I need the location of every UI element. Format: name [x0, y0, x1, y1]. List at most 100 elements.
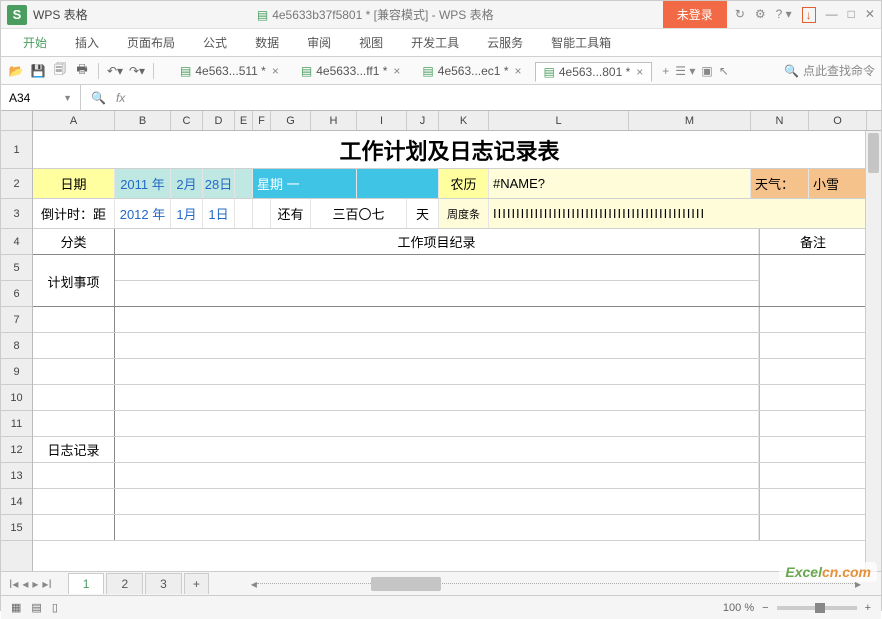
cell[interactable] [33, 281, 115, 306]
sheet-tab-2[interactable]: 2 [106, 573, 143, 594]
undo-icon[interactable]: ↶▾ [106, 62, 124, 80]
cell[interactable] [759, 437, 867, 462]
row-header[interactable]: 6 [1, 281, 32, 307]
cell[interactable] [115, 385, 759, 410]
print-icon[interactable]: 🖶 [73, 62, 91, 80]
cell[interactable] [115, 437, 759, 462]
select-all-cell[interactable] [1, 111, 32, 131]
row-header[interactable]: 13 [1, 463, 32, 489]
cell[interactable]: 日期 [33, 169, 115, 198]
fx-label[interactable]: fx [116, 91, 125, 105]
nav-prev-icon[interactable]: ◂ [22, 577, 28, 591]
cell[interactable] [33, 385, 115, 410]
cell[interactable] [759, 333, 867, 358]
close-icon[interactable]: × [636, 65, 643, 79]
nav-next-icon[interactable]: ▸ [32, 577, 38, 591]
name-box[interactable]: A34 ▼ [1, 85, 81, 110]
cell[interactable]: 2011 年 [115, 169, 171, 198]
add-sheet-button[interactable]: + [184, 573, 209, 594]
slider-thumb[interactable] [815, 603, 825, 613]
row-header[interactable]: 3 [1, 199, 32, 229]
cell[interactable] [357, 169, 439, 198]
cell[interactable] [33, 515, 115, 540]
row-header[interactable]: 4 [1, 229, 32, 255]
zoom-out-icon[interactable]: − [762, 602, 768, 614]
cell[interactable] [759, 489, 867, 514]
row-header[interactable]: 5 [1, 255, 32, 281]
cell[interactable]: IIIIIIIIIIIIIIIIIIIIIIIIIIIIIIIIIIIIIIII… [489, 199, 867, 228]
cell[interactable]: 日志记录 [33, 437, 115, 462]
cell[interactable]: #NAME? [489, 169, 751, 198]
tab-pointer-icon[interactable]: ↖ [719, 64, 729, 78]
cell[interactable]: 2月 [171, 169, 203, 198]
row-header[interactable]: 14 [1, 489, 32, 515]
cell[interactable]: 1日 [203, 199, 235, 228]
scrollbar-thumb[interactable] [868, 133, 879, 173]
menu-devtools[interactable]: 开发工具 [399, 29, 471, 56]
cell[interactable] [115, 359, 759, 384]
cell[interactable]: 星期 一 [253, 169, 357, 198]
cell[interactable] [115, 411, 759, 436]
zoom-in-icon[interactable]: + [865, 602, 871, 614]
minimize-icon[interactable]: — [826, 7, 838, 23]
zoom-slider[interactable] [777, 606, 857, 610]
menu-smart[interactable]: 智能工具箱 [539, 29, 623, 56]
menu-review[interactable]: 审阅 [295, 29, 343, 56]
row-header[interactable]: 1 [1, 131, 32, 169]
cell[interactable] [759, 307, 867, 332]
cell[interactable]: 还有 [271, 199, 311, 228]
cell[interactable]: 工作项目纪录 [115, 229, 759, 254]
nav-last-icon[interactable]: ▸I [42, 577, 51, 591]
cell[interactable] [253, 199, 271, 228]
cell[interactable] [115, 255, 759, 281]
cell[interactable]: 2012 年 [115, 199, 171, 228]
cell[interactable] [759, 515, 867, 540]
file-tab-4[interactable]: ▤4e563...801 *× [535, 62, 653, 82]
col-header[interactable]: C [171, 111, 203, 130]
help-icon[interactable]: ? ▾ [776, 7, 792, 23]
cell[interactable]: 分类 [33, 229, 115, 254]
cell[interactable] [759, 463, 867, 488]
tab-collapse-icon[interactable]: ▣ [701, 64, 712, 78]
cell[interactable] [759, 385, 867, 410]
download-icon[interactable]: ↓ [802, 7, 816, 23]
cell[interactable] [235, 169, 253, 198]
col-header[interactable]: I [357, 111, 407, 130]
menu-data[interactable]: 数据 [243, 29, 291, 56]
cell[interactable]: 倒计时：距 [33, 199, 115, 228]
search-command[interactable]: 🔍 点此查找命令 [784, 62, 875, 79]
cell[interactable] [115, 489, 759, 514]
col-header[interactable]: D [203, 111, 235, 130]
cell[interactable] [33, 463, 115, 488]
maximize-icon[interactable]: □ [848, 7, 855, 23]
col-header[interactable]: J [407, 111, 439, 130]
cell[interactable] [33, 359, 115, 384]
open-icon[interactable]: 📂 [7, 62, 25, 80]
cell[interactable] [33, 333, 115, 358]
title-cell[interactable]: 工作计划及日志记录表 [33, 131, 867, 168]
view-normal-icon[interactable]: ▦ [11, 601, 21, 614]
cell[interactable]: 备注 [759, 229, 867, 254]
close-icon[interactable]: × [272, 64, 279, 78]
cell[interactable] [33, 411, 115, 436]
file-tab-3[interactable]: ▤4e563...ec1 *× [413, 61, 530, 81]
col-header[interactable]: B [115, 111, 171, 130]
preview-icon[interactable]: 🗐 [51, 62, 69, 80]
row-header[interactable]: 2 [1, 169, 32, 199]
cell[interactable] [759, 411, 867, 436]
cell[interactable]: 周度条 [439, 199, 489, 228]
col-header[interactable]: F [253, 111, 271, 130]
col-header[interactable]: L [489, 111, 629, 130]
menu-insert[interactable]: 插入 [63, 29, 111, 56]
tab-list-icon[interactable]: ☰ ▾ [675, 64, 695, 78]
sheet-tab-3[interactable]: 3 [145, 573, 182, 594]
row-header[interactable]: 7 [1, 307, 32, 333]
redo-icon[interactable]: ↷▾ [128, 62, 146, 80]
cell[interactable] [115, 333, 759, 358]
vertical-scrollbar[interactable] [865, 131, 881, 571]
view-break-icon[interactable]: ▯ [52, 601, 58, 614]
cell[interactable]: 农历 [439, 169, 489, 198]
col-header[interactable]: M [629, 111, 751, 130]
cell[interactable] [759, 359, 867, 384]
row-header[interactable]: 10 [1, 385, 32, 411]
